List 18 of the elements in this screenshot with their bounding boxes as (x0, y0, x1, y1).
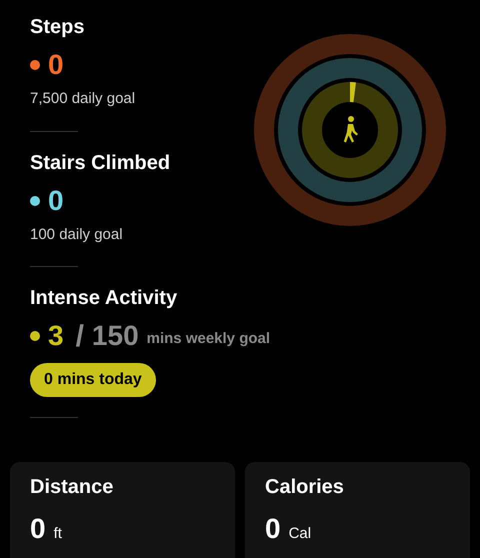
metric-value: 0 (48, 48, 64, 82)
metric-title: Steps (30, 15, 86, 40)
metric-target: 150 (92, 319, 139, 353)
card-unit: ft (54, 524, 62, 544)
metric-value: 0 (48, 184, 64, 218)
metric-value: 3 (48, 319, 64, 353)
goal-text: 100 daily goal (30, 224, 124, 244)
card-title: Calories (265, 475, 345, 500)
card-value: 0 (30, 512, 46, 546)
goal-text: 7,500 daily goal (30, 89, 136, 109)
card-unit: Cal (288, 524, 312, 544)
card-title: Distance (30, 475, 114, 500)
goal-unit: mins weekly goal (146, 328, 270, 349)
today-badge: 0 mins today (30, 363, 156, 397)
metric-title: Stairs Climbed (30, 150, 172, 176)
card-value: 0 (265, 512, 281, 546)
metric-title: Intense Activity (30, 286, 178, 311)
separator: / (76, 318, 84, 354)
